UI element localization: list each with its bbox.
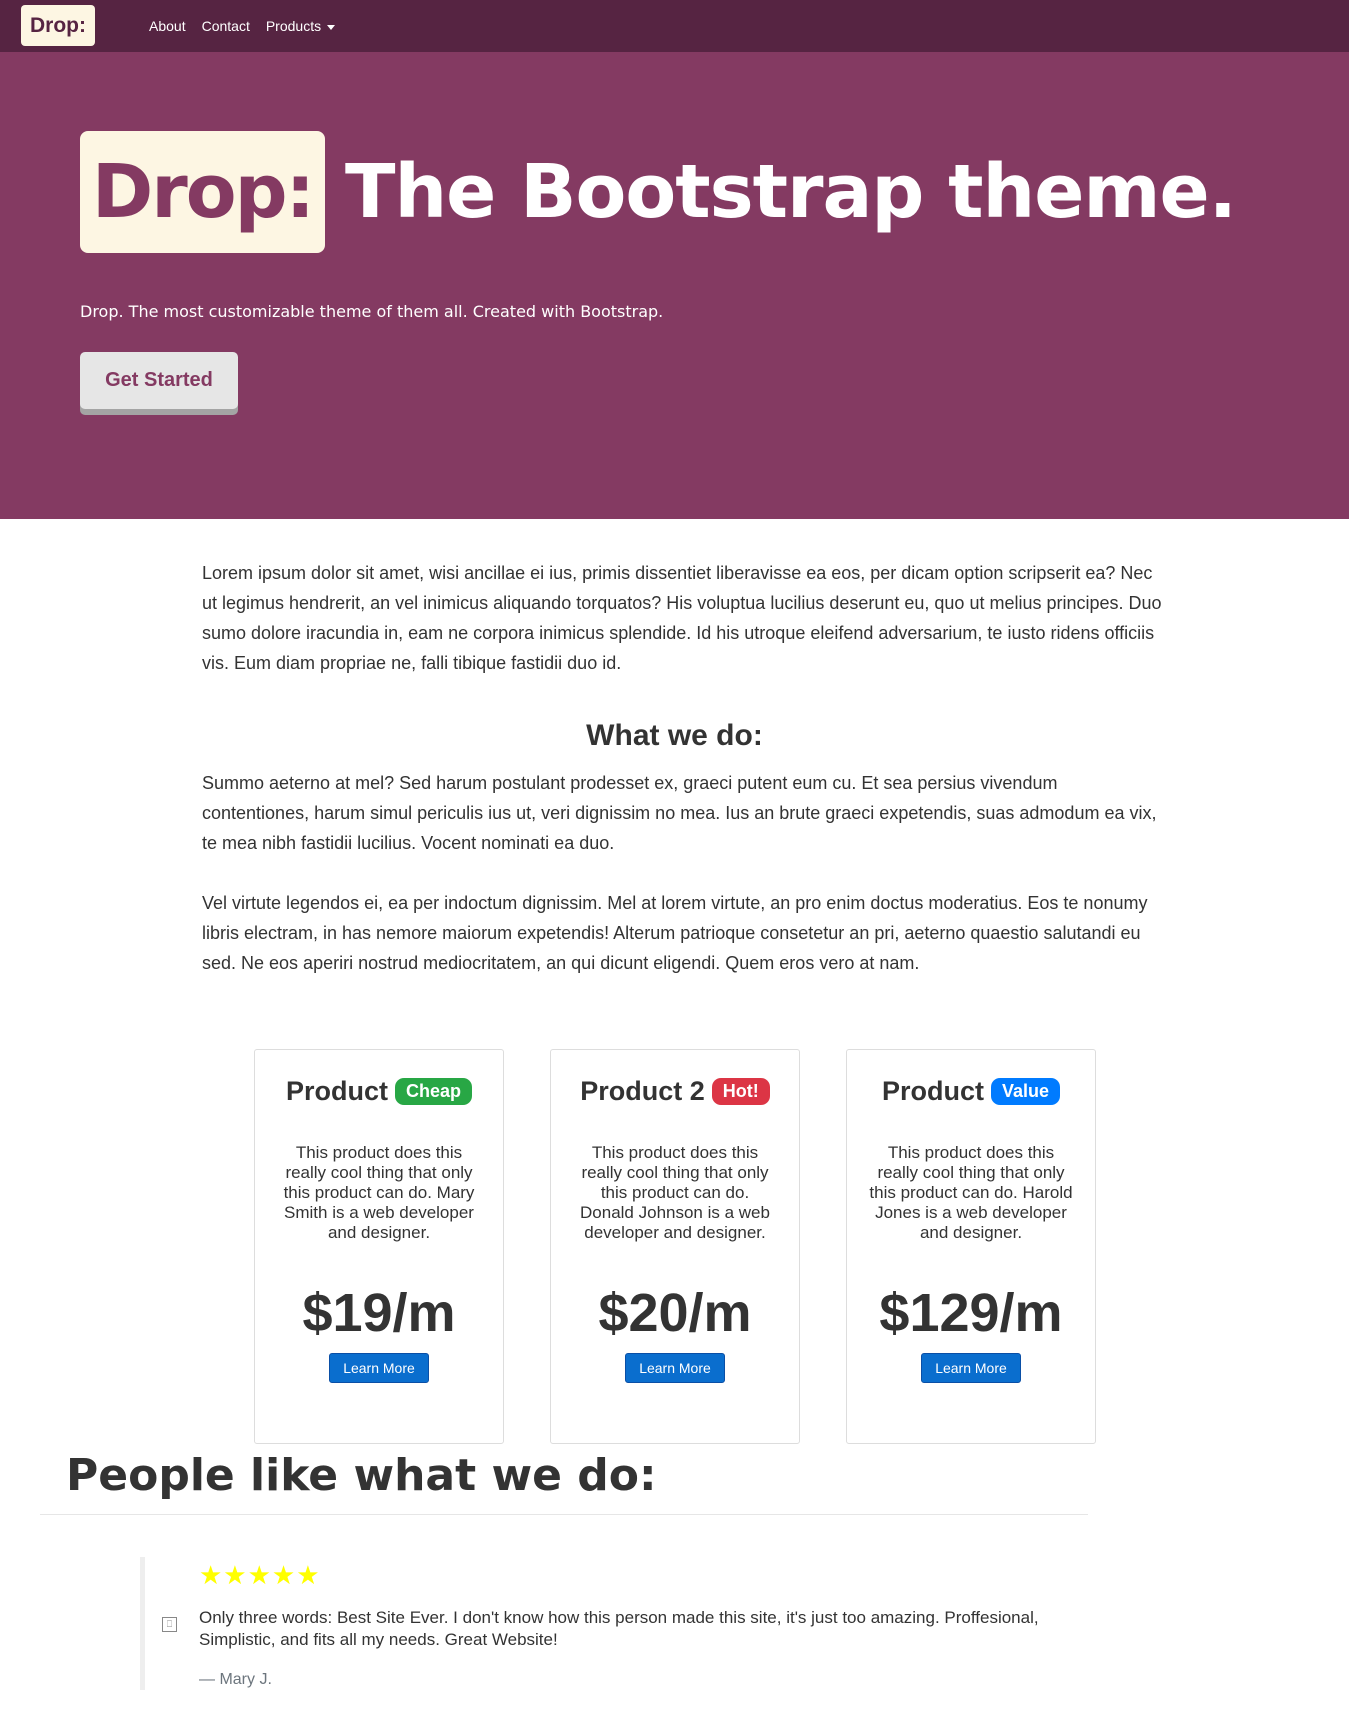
product-card: Product Value This product does this rea…	[846, 1049, 1096, 1444]
product-price: $129/m	[879, 1283, 1063, 1343]
get-started-button[interactable]: Get Started	[80, 352, 238, 409]
product-name: Product	[285, 1076, 388, 1106]
product-description: This product does this really cool thing…	[580, 1143, 770, 1242]
what-paragraph-2: Vel virtute legendos ei, ea per indoctum…	[202, 893, 1148, 973]
navbar-brand[interactable]: Drop:	[21, 5, 95, 46]
broken-image-icon: ⎕	[162, 1617, 177, 1632]
nav-dropdown-products[interactable]: Products	[265, 18, 336, 34]
product-card: Product 2 Hot! This product does this re…	[550, 1049, 800, 1444]
section-divider	[40, 1514, 1088, 1515]
product-price: $20/m	[598, 1283, 752, 1343]
intro-paragraph: Lorem ipsum dolor sit amet, wisi ancilla…	[202, 563, 1162, 673]
product-card-header: Product Value	[847, 1076, 1095, 1107]
product-badge: Cheap	[395, 1078, 473, 1105]
nav-links: About Contact Products	[149, 0, 351, 52]
nav-link-contact[interactable]: Contact	[202, 18, 250, 34]
testimonials-title: People like what we do:	[66, 1450, 657, 1501]
product-card-header: Product 2 Hot!	[551, 1076, 799, 1107]
what-paragraph-1: Summo aeterno at mel? Sed harum postulan…	[202, 773, 1157, 853]
hero-title-text: The Bootstrap theme.	[345, 149, 1237, 235]
product-card: Product Cheap This product does this rea…	[254, 1049, 504, 1444]
nav-link-products-label: Products	[265, 18, 322, 34]
caret-down-icon	[327, 24, 336, 30]
hero-title: Drop: The Bootstrap theme.	[80, 131, 1237, 253]
nav-link-about[interactable]: About	[149, 18, 186, 34]
product-badge: Value	[990, 1078, 1061, 1105]
product-name: Product 2	[580, 1076, 705, 1106]
product-price: $19/m	[302, 1283, 456, 1343]
navbar: Drop: About Contact Products	[0, 0, 1349, 52]
product-name: Product	[881, 1076, 984, 1106]
testimonial-author: — Mary J.	[199, 1671, 272, 1688]
product-description: This product does this really cool thing…	[283, 1143, 475, 1242]
learn-more-button[interactable]: Learn More	[921, 1353, 1021, 1383]
testimonial-quote: Only three words: Best Site Ever. I don'…	[199, 1608, 1039, 1649]
blockquote-border	[140, 1557, 145, 1690]
product-card-header: Product Cheap	[255, 1076, 503, 1107]
learn-more-button[interactable]: Learn More	[329, 1353, 429, 1383]
learn-more-button[interactable]: Learn More	[625, 1353, 725, 1383]
star-rating-icons: ★★★★★	[199, 1560, 321, 1590]
product-badge: Hot!	[711, 1078, 770, 1105]
product-description: This product does this really cool thing…	[869, 1143, 1073, 1242]
hero-subtitle: Drop. The most customizable theme of the…	[80, 302, 664, 321]
what-we-do-title: What we do:	[586, 719, 763, 752]
hero-brand-badge: Drop:	[80, 131, 325, 253]
hero-section: Drop: The Bootstrap theme. Drop. The mos…	[0, 52, 1349, 519]
